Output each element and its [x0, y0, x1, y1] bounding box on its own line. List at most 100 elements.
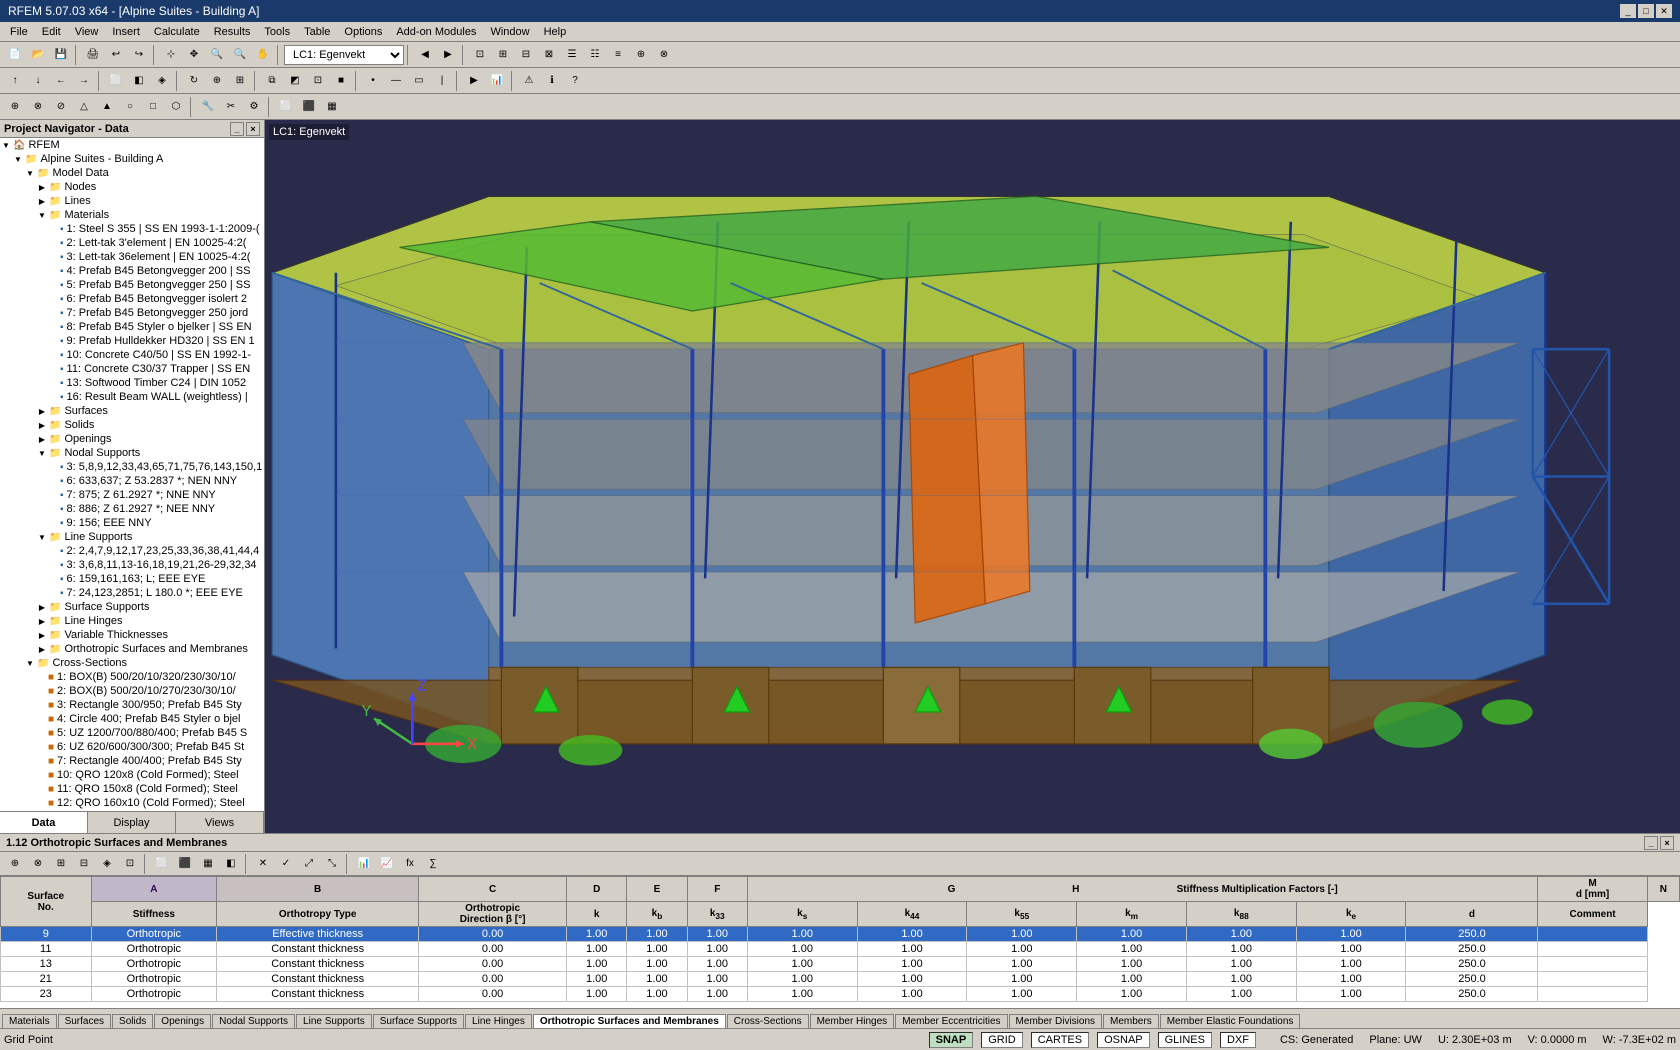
bottom-tab-member-eccentricities[interactable]: Member Eccentricities — [895, 1014, 1007, 1028]
next-button[interactable]: ▶ — [437, 44, 459, 66]
tb-btn-c[interactable]: ⊟ — [515, 44, 537, 66]
tb-btn-a[interactable]: ⊡ — [469, 44, 491, 66]
tree-item[interactable]: ▼📁Model Data — [0, 166, 264, 180]
tree-item-root[interactable]: ▼🏠RFEM — [0, 138, 264, 152]
bottom-tab-openings[interactable]: Openings — [154, 1014, 211, 1028]
table-row[interactable]: 21 Orthotropic Constant thickness 0.00 1… — [1, 972, 1680, 987]
bp-btn-1[interactable]: ⊕ — [4, 853, 26, 875]
maximize-button[interactable]: □ — [1638, 4, 1654, 18]
bp-btn-2[interactable]: ⊗ — [27, 853, 49, 875]
panel-minimize-btn[interactable]: _ — [1644, 836, 1658, 850]
bottom-tab-surfaces[interactable]: Surfaces — [58, 1014, 111, 1028]
tree-item[interactable]: ▪9: 156; EEE NNY — [0, 516, 264, 530]
glines-btn[interactable]: GLINES — [1158, 1032, 1212, 1048]
tree-item[interactable]: ▶📁Openings — [0, 432, 264, 446]
bottom-tab-member-divisions[interactable]: Member Divisions — [1009, 1014, 1102, 1028]
tb-btn-g[interactable]: ≡ — [607, 44, 629, 66]
bottom-tab-cross-sections[interactable]: Cross-Sections — [727, 1014, 809, 1028]
snap-btn[interactable]: SNAP — [929, 1032, 974, 1048]
tree-item[interactable]: ▪7: Prefab B45 Betongvegger 250 jord — [0, 306, 264, 320]
tree-item[interactable]: ■4: Circle 400; Prefab B45 Styler o bjel — [0, 712, 264, 726]
bp-btn-11[interactable]: ✕ — [252, 853, 274, 875]
tb2-help[interactable]: ? — [564, 70, 586, 92]
menu-options[interactable]: Options — [338, 25, 388, 39]
undo-button[interactable]: ↩ — [105, 44, 127, 66]
tree-item[interactable]: ▶📁Variable Thicknesses — [0, 628, 264, 642]
menu-tools[interactable]: Tools — [258, 25, 296, 39]
tree-item[interactable]: ■6: UZ 620/600/300/300; Prefab B45 St — [0, 740, 264, 754]
tree-item[interactable]: ▶📁Nodes — [0, 180, 264, 194]
tb-btn-f[interactable]: ☷ — [584, 44, 606, 66]
nav-minimize-btn[interactable]: _ — [230, 122, 244, 136]
tb2-display2[interactable]: ◩ — [284, 70, 306, 92]
tree-item[interactable]: ■3: Rectangle 300/950; Prefab B45 Sty — [0, 698, 264, 712]
tb2-display[interactable]: ⧉ — [261, 70, 283, 92]
tb2-surfaces[interactable]: ▭ — [408, 70, 430, 92]
bottom-tab-nodal-supports[interactable]: Nodal Supports — [212, 1014, 295, 1028]
tb3-btn-3[interactable]: ⊘ — [50, 96, 72, 118]
tb3-btn-13[interactable]: ⬛ — [298, 96, 320, 118]
bottom-tab-solids[interactable]: Solids — [112, 1014, 153, 1028]
load-case-dropdown[interactable]: LC1: Egenvekt — [284, 45, 404, 65]
minimize-button[interactable]: _ — [1620, 4, 1636, 18]
table-row[interactable]: 11 Orthotropic Constant thickness 0.00 1… — [1, 942, 1680, 957]
bottom-tab-member-elastic-foundations[interactable]: Member Elastic Foundations — [1160, 1014, 1301, 1028]
tb-btn-i[interactable]: ⊗ — [653, 44, 675, 66]
cartes-btn[interactable]: CARTES — [1031, 1032, 1089, 1048]
bp-btn-13[interactable]: ⤢ — [298, 853, 320, 875]
bp-btn-3[interactable]: ⊞ — [50, 853, 72, 875]
tb3-btn-8[interactable]: ⬡ — [165, 96, 187, 118]
redo-button[interactable]: ↪ — [128, 44, 150, 66]
tree-item[interactable]: ▶📁Solids — [0, 418, 264, 432]
tb2-warning[interactable]: ⚠ — [518, 70, 540, 92]
tb-btn-e[interactable]: ☰ — [561, 44, 583, 66]
tree-item[interactable]: ■10: QRO 120x8 (Cold Formed); Steel — [0, 768, 264, 782]
select-button[interactable]: ⊹ — [160, 44, 182, 66]
tree-item[interactable]: ▶📁Surfaces — [0, 404, 264, 418]
tb3-btn-2[interactable]: ⊗ — [27, 96, 49, 118]
bp-btn-6[interactable]: ⊡ — [119, 853, 141, 875]
tb2-view-3d[interactable]: ◈ — [151, 70, 173, 92]
panel-close-btn[interactable]: × — [1660, 836, 1674, 850]
tree-item[interactable]: ▪7: 24,123,2851; L 180.0 *; EEE EYE — [0, 586, 264, 600]
bp-btn-18[interactable]: ∑ — [422, 853, 444, 875]
tb2-btn-3[interactable]: ← — [50, 70, 72, 92]
tree-item[interactable]: ■5: UZ 1200/700/880/400; Prefab B45 S — [0, 726, 264, 740]
tree-item[interactable]: ■11: QRO 150x8 (Cold Formed); Steel — [0, 782, 264, 796]
grid-btn[interactable]: GRID — [981, 1032, 1023, 1048]
save-button[interactable]: 💾 — [50, 44, 72, 66]
tree-item[interactable]: ▶📁Line Hinges — [0, 614, 264, 628]
bp-btn-17[interactable]: fx — [399, 853, 421, 875]
tree-item[interactable]: ▶📁Lines — [0, 194, 264, 208]
tb3-btn-1[interactable]: ⊕ — [4, 96, 26, 118]
bp-btn-5[interactable]: ◈ — [96, 853, 118, 875]
tb3-btn-14[interactable]: ▦ — [321, 96, 343, 118]
dxf-btn[interactable]: DXF — [1220, 1032, 1256, 1048]
tree-item[interactable]: ▪11: Concrete C30/37 Trapper | SS EN — [0, 362, 264, 376]
tree-item[interactable]: ▪8: Prefab B45 Styler o bjelker | SS EN — [0, 320, 264, 334]
menu-table[interactable]: Table — [298, 25, 336, 39]
tree-item[interactable]: ▪13: Softwood Timber C24 | DIN 1052 — [0, 376, 264, 390]
tree-item[interactable]: ▼📁Nodal Supports — [0, 446, 264, 460]
tree-item[interactable]: ▼📁Cross-Sections — [0, 656, 264, 670]
tb-btn-h[interactable]: ⊕ — [630, 44, 652, 66]
bottom-tab-surface-supports[interactable]: Surface Supports — [373, 1014, 464, 1028]
move-button[interactable]: ✥ — [183, 44, 205, 66]
bp-btn-14[interactable]: ⤡ — [321, 853, 343, 875]
tb2-res[interactable]: 📊 — [486, 70, 508, 92]
menu-addons[interactable]: Add-on Modules — [390, 25, 482, 39]
bottom-tab-orthotropic-surfaces-and-membranes[interactable]: Orthotropic Surfaces and Membranes — [533, 1014, 726, 1028]
bp-btn-16[interactable]: 📈 — [376, 853, 398, 875]
tb-btn-d[interactable]: ⊠ — [538, 44, 560, 66]
tree-item[interactable]: ▼📁Alpine Suites - Building A — [0, 152, 264, 166]
bp-btn-12[interactable]: ✓ — [275, 853, 297, 875]
table-row[interactable]: 13 Orthotropic Constant thickness 0.00 1… — [1, 957, 1680, 972]
tb2-info[interactable]: ℹ — [541, 70, 563, 92]
tree-item[interactable]: ▶📁Surface Supports — [0, 600, 264, 614]
tree-item[interactable]: ▪1: Steel S 355 | SS EN 1993-1-1:2009-( — [0, 222, 264, 236]
osnap-btn[interactable]: OSNAP — [1097, 1032, 1150, 1048]
tb3-btn-12[interactable]: ⬜ — [275, 96, 297, 118]
bottom-tab-materials[interactable]: Materials — [2, 1014, 57, 1028]
nav-close-btn[interactable]: × — [246, 122, 260, 136]
tb2-nodes[interactable]: • — [362, 70, 384, 92]
